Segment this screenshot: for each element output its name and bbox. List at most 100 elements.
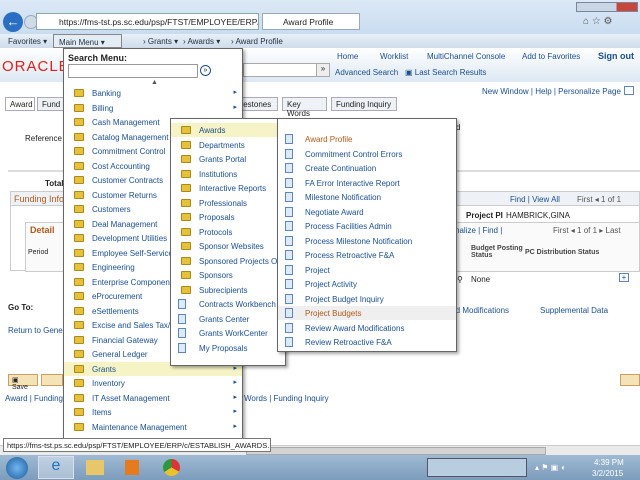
- menu-item-inventory[interactable]: Inventory ▸: [64, 376, 242, 390]
- awards-item-milestone-notification[interactable]: Milestone Notification: [278, 190, 456, 204]
- search-menu-input[interactable]: [68, 64, 198, 78]
- menu-item-label: Departments: [199, 140, 245, 150]
- find-view-all-link[interactable]: Find | View All: [510, 195, 560, 204]
- multichannel-console-link[interactable]: MultiChannel Console: [427, 52, 505, 61]
- search-go-button[interactable]: »: [316, 63, 330, 77]
- address-bar[interactable]: https://fms-tst.ps.sc.edu/psp/FTST/EMPLO…: [36, 13, 259, 30]
- page-icon: [285, 192, 293, 202]
- awards-item-review-award-modifications[interactable]: Review Award Modifications: [278, 321, 456, 335]
- scroll-up-icon[interactable]: ▲: [151, 79, 158, 86]
- home-star-gear-icons[interactable]: ⌂ ☆ ⚙: [583, 16, 613, 27]
- submenu-item-subrecipients[interactable]: Subrecipients: [171, 283, 285, 297]
- grid-icon[interactable]: [624, 86, 634, 95]
- main-menu-button[interactable]: Main Menu ▾: [53, 34, 122, 48]
- awards-item-review-retroactive-f-a[interactable]: Review Retroactive F&A: [278, 335, 456, 349]
- submenu-item-contracts-workbench[interactable]: Contracts Workbench: [171, 297, 285, 311]
- start-button[interactable]: [6, 457, 28, 479]
- awards-item-create-continuation[interactable]: Create Continuation: [278, 161, 456, 175]
- page-icon: [178, 328, 186, 338]
- submenu-item-my-proposals[interactable]: My Proposals: [171, 341, 285, 355]
- awards-item-process-milestone-notification[interactable]: Process Milestone Notification: [278, 234, 456, 248]
- chrome-taskbar-icon[interactable]: [163, 459, 180, 476]
- grid-pager[interactable]: First ◂ 1 of 1 ▸ Last: [553, 226, 621, 235]
- awards-item-fa-error-interactive-report[interactable]: FA Error Interactive Report: [278, 176, 456, 190]
- submenu-item-grants-workcenter[interactable]: Grants WorkCenter: [171, 326, 285, 340]
- explorer-taskbar-icon[interactable]: [86, 460, 104, 475]
- awards-item-project-budget-inquiry[interactable]: Project Budget Inquiry: [278, 292, 456, 306]
- home-link[interactable]: Home: [337, 52, 358, 61]
- bottom-links-left[interactable]: Award | Funding |: [5, 394, 67, 403]
- bottom-links-right[interactable]: Words | Funding Inquiry: [244, 394, 329, 403]
- menu-item-label: Project Activity: [305, 280, 358, 289]
- submenu-item-institutions[interactable]: Institutions: [171, 167, 285, 181]
- tab-award[interactable]: Award: [5, 97, 35, 111]
- menu-item-billing[interactable]: Billing ▸: [64, 101, 242, 115]
- sign-out-link[interactable]: Sign out: [598, 51, 634, 61]
- advanced-search-link[interactable]: Advanced Search: [335, 68, 398, 77]
- menu-item-label: Deal Management: [92, 219, 158, 229]
- menu-item-label: Grants Center: [199, 314, 250, 324]
- back-button[interactable]: ←: [3, 12, 23, 32]
- tray-icons[interactable]: ▴ ⚑ ▣ ◖: [535, 463, 565, 472]
- breadcrumb-award-profile[interactable]: › Award Profile: [231, 37, 283, 46]
- lookup-icon[interactable]: ⚲: [457, 275, 463, 284]
- menu-item-label: Subrecipients: [199, 285, 248, 295]
- tray-toolbar[interactable]: [427, 458, 527, 477]
- submenu-item-departments[interactable]: Departments: [171, 138, 285, 152]
- awards-item-project-budgets[interactable]: Project Budgets: [278, 306, 456, 320]
- breadcrumb-awards[interactable]: › Awards ▾: [183, 37, 220, 46]
- submenu-item-awards[interactable]: Awards: [171, 123, 285, 137]
- search-menu-go-button[interactable]: »: [200, 65, 211, 76]
- awards-item-commitment-control-errors[interactable]: Commitment Control Errors: [278, 147, 456, 161]
- ie-taskbar-icon[interactable]: e: [38, 456, 74, 479]
- add-to-favorites-link[interactable]: Add to Favorites: [522, 52, 580, 61]
- browser-tab[interactable]: Award Profile: [262, 13, 360, 30]
- award-modifications-link[interactable]: rd Modifications: [453, 306, 509, 315]
- submenu-item-grants-portal[interactable]: Grants Portal: [171, 152, 285, 166]
- submenu-item-protocols[interactable]: Protocols: [171, 225, 285, 239]
- worklist-link[interactable]: Worklist: [380, 52, 408, 61]
- return-link[interactable]: Return to Genera: [8, 326, 70, 335]
- submenu-item-proposals[interactable]: Proposals: [171, 210, 285, 224]
- save-button[interactable]: ▣ Save: [8, 374, 38, 391]
- menu-item-label: Items: [92, 408, 112, 417]
- menu-item-banking[interactable]: Banking ▸: [64, 86, 242, 100]
- menu-item-label: Inventory: [92, 379, 125, 388]
- menu-item-label: Catalog Management: [92, 132, 169, 142]
- submenu-item-sponsor-websites[interactable]: Sponsor Websites: [171, 239, 285, 253]
- awards-item-award-profile[interactable]: Award Profile: [278, 132, 456, 146]
- awards-item-project[interactable]: Project: [278, 263, 456, 277]
- submenu-item-grants-center[interactable]: Grants Center: [171, 312, 285, 326]
- folder-icon: [74, 161, 84, 170]
- menu-item-label: Interactive Reports: [199, 184, 267, 193]
- page-top-links[interactable]: New Window | Help | Personalize Page: [482, 87, 621, 96]
- menu-item-maintenance-management[interactable]: Maintenance Management ▸: [64, 420, 242, 434]
- awards-item-project-activity[interactable]: Project Activity: [278, 277, 456, 291]
- add-button[interactable]: [620, 374, 640, 386]
- grid-nav-links[interactable]: nalize | Find |: [455, 226, 502, 235]
- submenu-item-interactive-reports[interactable]: Interactive Reports: [171, 181, 285, 195]
- toolbar-button[interactable]: [41, 374, 63, 386]
- submenu-item-sponsored-projects-offi[interactable]: Sponsored Projects Offi: [171, 254, 285, 268]
- media-player-taskbar-icon[interactable]: [125, 460, 139, 475]
- add-row-button[interactable]: +: [619, 273, 629, 282]
- menu-item-label: Sponsors: [199, 271, 233, 280]
- first-nav[interactable]: First ◂ 1 of 1: [577, 195, 621, 204]
- budget-posting-status-header: Budget Posting Status: [471, 245, 523, 259]
- last-search-results-link[interactable]: ▣ Last Search Results: [405, 68, 486, 77]
- menu-item-it-asset-management[interactable]: IT Asset Management ▸: [64, 391, 242, 405]
- tab-key-words[interactable]: Key Words: [282, 97, 327, 118]
- submenu-item-sponsors[interactable]: Sponsors: [171, 268, 285, 282]
- favorites-menu[interactable]: Favorites ▾: [8, 37, 47, 46]
- breadcrumb-grants[interactable]: › Grants ▾: [143, 37, 178, 46]
- awards-item-process-retroactive-f-a[interactable]: Process Retroactive F&A: [278, 248, 456, 262]
- awards-item-process-facilities-admin[interactable]: Process Facilities Admin: [278, 219, 456, 233]
- submenu-item-professionals[interactable]: Professionals: [171, 196, 285, 210]
- awards-submenu: Award Profile Commitment Control Errors Cr…: [277, 118, 457, 352]
- window-controls[interactable]: [576, 2, 638, 12]
- oracle-logo: ORACLE: [2, 58, 70, 75]
- tab-funding-inquiry[interactable]: Funding Inquiry: [331, 97, 397, 111]
- awards-item-negotiate-award[interactable]: Negotiate Award: [278, 205, 456, 219]
- menu-item-items[interactable]: Items ▸: [64, 405, 242, 419]
- supplemental-data-link[interactable]: Supplemental Data: [540, 306, 608, 315]
